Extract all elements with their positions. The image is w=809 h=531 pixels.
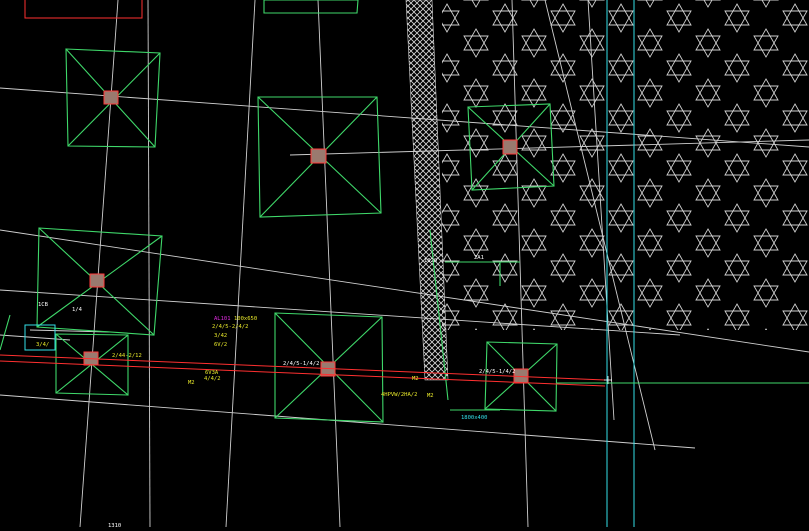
label: 6V/2 [214,342,227,348]
red-outline [24,0,143,19]
column [310,148,327,164]
label: 1310 [108,523,121,527]
cad-drawing: 1CB 1/4 3/4/ 2/44-2/12 M2 4/4/2 6V3A AL1… [0,0,809,529]
label: M2 [188,380,195,386]
column [103,90,119,105]
column [89,273,105,288]
hatched-wall [405,0,449,381]
label: 1/4 [72,307,83,313]
label: M2 [412,376,419,382]
column [502,139,518,155]
label: AL101 [214,316,231,322]
label: 6V3A [205,370,219,376]
label: 2/4/5-1/4/2 [479,369,515,375]
label: 4/4/2 [204,376,221,382]
label: 3/4/ [36,342,49,348]
grid-line [317,0,341,528]
label: 2A1 [474,255,484,261]
footing [263,0,359,14]
star-hatch-mask [442,330,809,527]
label: 2/4/5-2/4/2 [212,324,248,330]
label: 2/44-2/12 [112,353,142,359]
label: M2 [427,393,434,399]
grid-line [225,0,256,528]
label: 1800x400 [461,415,488,421]
label: 4HPVW/2HA/2 [381,392,417,398]
label: 1CB [38,302,49,308]
label: 3/42 [214,333,227,339]
grid-line [79,0,119,528]
label: 2/4/5-1/4/2 [283,361,319,367]
cad-drawing-canvas[interactable]: 1CB 1/4 3/4/ 2/44-2/12 M2 4/4/2 6V3A AL1… [0,0,809,529]
label: 1020 [424,258,437,264]
grid-line [147,0,151,528]
star-hatch-region [442,0,809,360]
label: 100x650 [234,316,257,322]
